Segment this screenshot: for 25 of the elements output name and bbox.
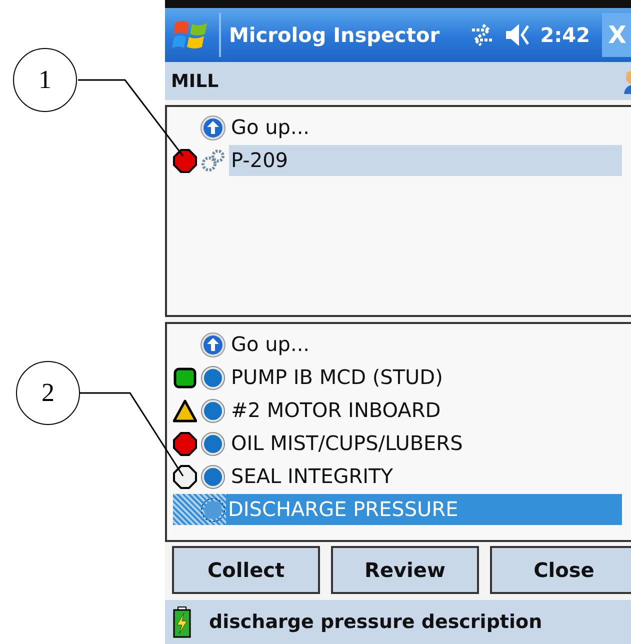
location-title: MILL	[171, 70, 219, 92]
window-title: Microlog Inspector	[229, 23, 441, 47]
callout-number: 1	[13, 48, 77, 112]
callout-number: 2	[16, 361, 80, 425]
list-item[interactable]: SEAL INTEGRITY	[229, 461, 631, 492]
list-item[interactable]: P-209	[229, 145, 622, 176]
point-icon	[200, 430, 226, 456]
go-up-item[interactable]: Go up...	[229, 112, 631, 143]
gears-icon	[200, 148, 226, 174]
status-description: discharge pressure description	[209, 611, 542, 633]
action-button[interactable]: Review	[331, 546, 479, 594]
action-button[interactable]: Collect	[172, 546, 320, 594]
point-icon	[200, 464, 226, 490]
go-up-icon	[200, 114, 226, 140]
list-item[interactable]: PUMP IB MCD (STUD)	[229, 362, 631, 393]
point-icon	[200, 398, 226, 424]
point-icon	[200, 496, 226, 522]
list-item[interactable]: #2 MOTOR INBOARD	[229, 395, 631, 426]
clock-time[interactable]: 2:42	[540, 23, 590, 47]
action-button[interactable]: Close	[490, 546, 631, 594]
go-up-item[interactable]: Go up...	[229, 329, 631, 360]
point-icon	[200, 364, 226, 390]
battery-icon	[173, 606, 191, 638]
list-item[interactable]: OIL MIST/CUPS/LUBERS	[229, 428, 631, 459]
go-up-icon	[200, 332, 226, 358]
